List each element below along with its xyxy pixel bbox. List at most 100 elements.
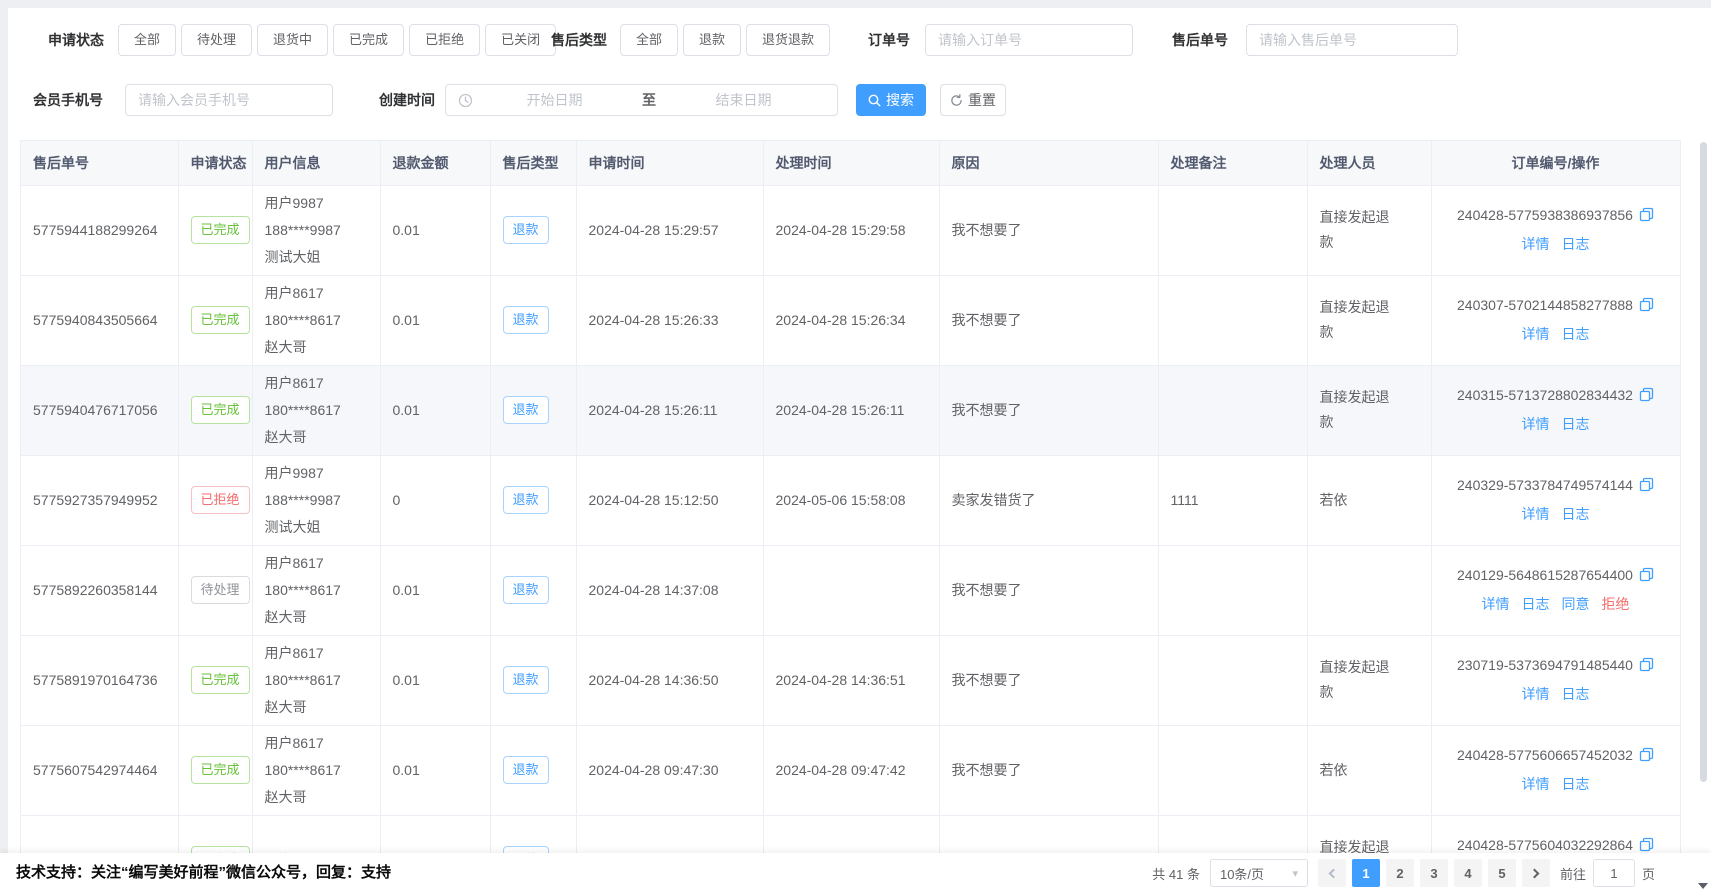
footer-bar: 技术支持：关注“编写美好前程”微信公众号，回复：支持 共 41 条 10条/页 …	[0, 853, 1711, 893]
jump-page-input[interactable]	[1593, 859, 1635, 887]
page-size-select[interactable]: 10条/页 ▾	[1210, 859, 1308, 887]
scrollbar-down-arrow[interactable]	[1698, 883, 1708, 889]
status-cell: 待处理	[178, 545, 252, 635]
chevron-left-icon	[1329, 868, 1339, 878]
action-link-日志[interactable]: 日志	[1562, 414, 1590, 434]
handler-cell: 直接发起退款	[1307, 365, 1431, 455]
order-no-label: 订单号	[868, 24, 910, 56]
copy-icon[interactable]	[1639, 389, 1654, 405]
type-badge: 退款	[503, 216, 549, 244]
order-no-input[interactable]	[925, 24, 1133, 56]
remark-cell	[1158, 635, 1307, 725]
type-option-2[interactable]: 退货退款	[746, 24, 830, 56]
action-link-详情[interactable]: 详情	[1522, 324, 1550, 344]
aftersale-no-input[interactable]	[1246, 24, 1458, 56]
type-badge: 退款	[503, 576, 549, 604]
action-link-拒绝[interactable]: 拒绝	[1602, 594, 1630, 614]
action-link-日志[interactable]: 日志	[1562, 684, 1590, 704]
status-option-0[interactable]: 全部	[118, 24, 176, 56]
reset-button[interactable]: 重置	[940, 84, 1006, 116]
page-button-1[interactable]: 1	[1352, 859, 1380, 887]
action-link-详情[interactable]: 详情	[1522, 234, 1550, 254]
chevron-right-icon	[1530, 868, 1540, 878]
user-info-cell: 用户9987188****9987测试大姐	[252, 455, 380, 545]
date-range-separator: 至	[636, 90, 662, 110]
column-header-10: 订单编号/操作	[1431, 141, 1680, 185]
aftersale-table: 售后单号申请状态用户信息退款金额售后类型申请时间处理时间原因处理备注处理人员订单…	[20, 140, 1681, 853]
copy-icon[interactable]	[1639, 569, 1654, 585]
phone-input[interactable]	[125, 84, 333, 116]
user-info-cell: 用户8617180****8617赵大哥	[252, 545, 380, 635]
copy-icon[interactable]	[1639, 209, 1654, 225]
page-button-2[interactable]: 2	[1386, 859, 1414, 887]
refund-amount-cell: 0.01	[380, 635, 490, 725]
handler-cell: 直接发起退款	[1307, 185, 1431, 275]
type-badge: 退款	[503, 846, 549, 853]
apply-time-cell: 2024-04-28 14:36:50	[576, 635, 763, 725]
type-cell: 退款	[490, 725, 576, 815]
page-button-3[interactable]: 3	[1420, 859, 1448, 887]
type-option-0[interactable]: 全部	[620, 24, 678, 56]
action-link-详情[interactable]: 详情	[1522, 414, 1550, 434]
copy-icon[interactable]	[1639, 479, 1654, 495]
aftersale-no-cell: 5775940843505664	[21, 275, 178, 365]
action-link-同意[interactable]: 同意	[1562, 594, 1590, 614]
action-link-详情[interactable]: 详情	[1482, 594, 1510, 614]
status-option-1[interactable]: 待处理	[181, 24, 252, 56]
table-row: 5775944188299264 已完成 用户9987188****9987测试…	[21, 185, 1680, 275]
status-option-4[interactable]: 已拒绝	[409, 24, 480, 56]
table-row: 已完成 用户8617 退款 直接发起退款 240428-577560403229…	[21, 815, 1680, 853]
status-filter-group: 全部待处理退货中已完成已拒绝已关闭	[118, 24, 556, 56]
order-op-cell: 240315-5713728802834432 详情日志	[1431, 365, 1680, 455]
total-count: 共 41 条	[1152, 864, 1200, 883]
support-text: 技术支持：关注“编写美好前程”微信公众号，回复：支持	[16, 853, 391, 893]
copy-icon[interactable]	[1639, 839, 1654, 854]
search-button[interactable]: 搜索	[856, 84, 926, 116]
start-date-placeholder[interactable]: 开始日期	[473, 90, 636, 110]
table-row: 5775927357949952 已拒绝 用户9987188****9987测试…	[21, 455, 1680, 545]
action-link-日志[interactable]: 日志	[1562, 504, 1590, 524]
aftersale-no-cell: 5775891970164736	[21, 635, 178, 725]
prev-page-button[interactable]	[1318, 859, 1346, 887]
end-date-placeholder[interactable]: 结束日期	[662, 90, 825, 110]
scrollbar-thumb[interactable]	[1700, 142, 1707, 782]
type-badge: 退款	[503, 666, 549, 694]
created-time-range-picker[interactable]: 开始日期 至 结束日期	[445, 84, 838, 116]
copy-icon[interactable]	[1639, 299, 1654, 315]
table-row: 5775891970164736 已完成 用户8617180****8617赵大…	[21, 635, 1680, 725]
remark-cell	[1158, 815, 1307, 853]
action-link-详情[interactable]: 详情	[1522, 504, 1550, 524]
order-no-text: 240315-5713728802834432	[1457, 387, 1633, 403]
page-button-4[interactable]: 4	[1454, 859, 1482, 887]
next-page-button[interactable]	[1522, 859, 1550, 887]
action-link-日志[interactable]: 日志	[1562, 774, 1590, 794]
remark-cell	[1158, 365, 1307, 455]
page-button-5[interactable]: 5	[1488, 859, 1516, 887]
search-icon	[868, 94, 881, 107]
action-link-日志[interactable]: 日志	[1522, 594, 1550, 614]
action-link-详情[interactable]: 详情	[1522, 774, 1550, 794]
type-option-1[interactable]: 退款	[683, 24, 741, 56]
action-link-日志[interactable]: 日志	[1562, 234, 1590, 254]
apply-time-cell: 2024-04-28 14:37:08	[576, 545, 763, 635]
status-option-2[interactable]: 退货中	[257, 24, 328, 56]
aftersale-no-cell	[21, 815, 178, 853]
order-op-cell: 240129-5648615287654400 详情日志同意拒绝	[1431, 545, 1680, 635]
status-badge: 已完成	[191, 396, 250, 424]
copy-icon[interactable]	[1639, 659, 1654, 675]
status-cell: 已完成	[178, 725, 252, 815]
order-op-cell: 240428-5775938386937856 详情日志	[1431, 185, 1680, 275]
order-no-text: 240329-5733784749574144	[1457, 477, 1633, 493]
column-header-6: 处理时间	[763, 141, 939, 185]
refund-amount-cell: 0.01	[380, 185, 490, 275]
pagination: 共 41 条 10条/页 ▾ 12345 前往 页	[1152, 859, 1655, 887]
copy-icon[interactable]	[1639, 749, 1654, 765]
order-no-text: 230719-5373694791485440	[1457, 657, 1633, 673]
handle-time-cell: 2024-04-28 14:36:51	[763, 635, 939, 725]
status-option-5[interactable]: 已关闭	[485, 24, 556, 56]
status-option-3[interactable]: 已完成	[333, 24, 404, 56]
status-cell: 已完成	[178, 635, 252, 725]
action-link-详情[interactable]: 详情	[1522, 684, 1550, 704]
action-link-日志[interactable]: 日志	[1562, 324, 1590, 344]
reason-cell: 卖家发错货了	[939, 455, 1158, 545]
